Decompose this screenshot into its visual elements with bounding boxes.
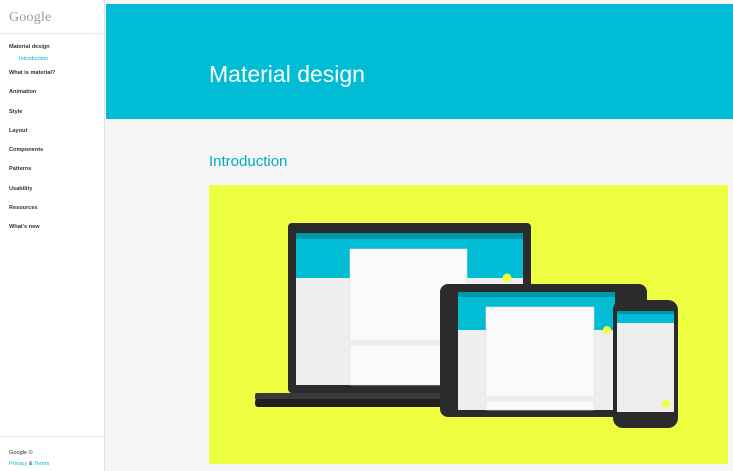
page-header: Material design: [106, 4, 733, 119]
sidebar-item-layout[interactable]: Layout: [0, 127, 104, 146]
footer-separator: &: [28, 461, 33, 467]
sidebar-item-animation[interactable]: Animation: [0, 88, 104, 107]
sidebar: Google Material design Introduction What…: [0, 0, 105, 471]
page-title: Material design: [209, 61, 365, 87]
sidebar-item-components[interactable]: Components: [0, 146, 104, 165]
section-title: Introduction: [209, 153, 288, 170]
hero-illustration: [209, 185, 728, 464]
sidebar-item-resources[interactable]: Resources: [0, 204, 104, 223]
divider: [0, 436, 104, 437]
phone-illustration: [613, 300, 678, 428]
terms-link[interactable]: Terms: [34, 461, 49, 467]
sidebar-item-patterns[interactable]: Patterns: [0, 165, 104, 184]
devices-illustration: [255, 223, 678, 428]
divider: [0, 33, 104, 34]
google-logo[interactable]: Google: [9, 10, 51, 26]
sidebar-item-usability[interactable]: Usability: [0, 185, 104, 204]
sidebar-item-what-is-material[interactable]: What is material?: [0, 69, 104, 88]
sidebar-item-style[interactable]: Style: [0, 108, 104, 127]
copyright-text: Google ©: [9, 450, 33, 456]
sidebar-item-whats-new[interactable]: What's new: [0, 223, 104, 242]
sidebar-item-introduction[interactable]: Introduction: [0, 55, 104, 69]
sidebar-footer: Google © Privacy & Terms: [9, 448, 49, 470]
sidebar-nav: Material design Introduction What is mat…: [0, 43, 104, 243]
sidebar-item-material-design[interactable]: Material design: [0, 43, 104, 55]
privacy-link[interactable]: Privacy: [9, 461, 27, 467]
